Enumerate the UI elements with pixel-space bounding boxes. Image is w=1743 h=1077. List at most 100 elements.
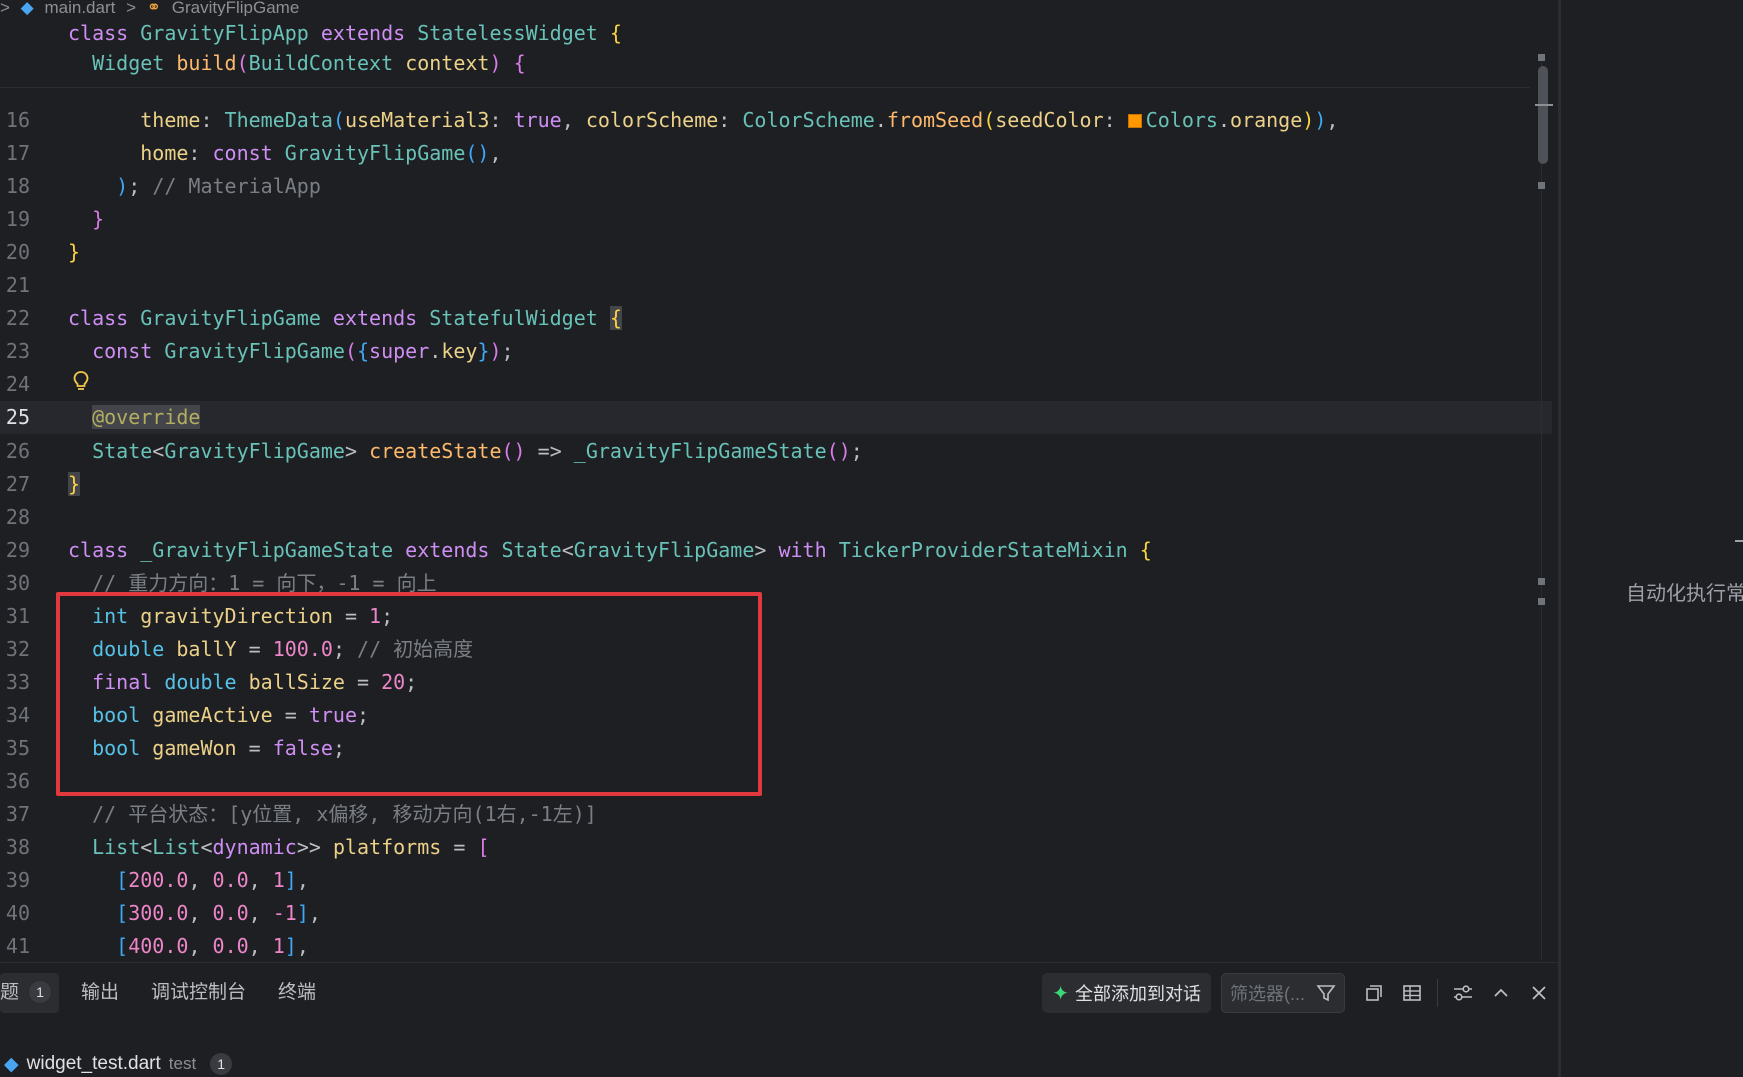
code-text: List<List<dynamic>> platforms = [ [68, 831, 489, 864]
code-token: GravityFlipGame [284, 141, 466, 165]
code-token: . [1217, 108, 1231, 132]
code-token: State [68, 439, 153, 463]
code-line[interactable]: 16 theme: ThemeData(useMaterial3: true, … [0, 104, 1550, 137]
code-line[interactable]: 25 @override [0, 401, 1552, 434]
code-line[interactable]: 26 State<GravityFlipGame> createState() … [0, 435, 1550, 468]
code-token: super [369, 339, 430, 363]
code-text: const GravityFlipGame({super.key}); [68, 335, 514, 368]
code-token: 0.0 [212, 901, 249, 925]
line-number: 19 [5, 207, 30, 231]
code-token: List [68, 835, 141, 859]
code-line[interactable]: 18 ); // MaterialApp [0, 170, 1550, 203]
tab-debug-console[interactable]: 调试控制台 [137, 973, 260, 1013]
filter-icon[interactable] [1316, 983, 1336, 1003]
code-token: extends [405, 538, 502, 562]
code-text: State<GravityFlipGame> createState() => … [68, 435, 863, 468]
tab-problems[interactable]: 题1 [0, 973, 60, 1013]
table-view-icon[interactable] [1393, 973, 1431, 1013]
tab-output[interactable]: 输出 [67, 973, 133, 1013]
line-number: 17 [5, 141, 30, 165]
line-number: 20 [5, 240, 30, 264]
code-text: [300.0, 0.0, -1], [68, 897, 321, 930]
code-token: dynamic [212, 835, 297, 859]
code-line[interactable]: 23 const GravityFlipGame({super.key}); [0, 335, 1550, 368]
code-token: { [609, 21, 622, 45]
code-token: 200.0 [128, 868, 189, 892]
code-line[interactable]: 27} [0, 468, 1550, 501]
code-token: } [68, 240, 81, 264]
breadcrumb-file[interactable]: main.dart [44, 0, 115, 16]
code-token: () [465, 141, 490, 165]
code-line[interactable]: 38 List<List<dynamic>> platforms = [ [0, 831, 1550, 864]
breadcrumb-sep: > [126, 0, 137, 16]
code-token: } [68, 472, 81, 496]
breadcrumb-class[interactable]: GravityFlipGame [172, 0, 300, 16]
code-token: : [200, 108, 225, 132]
code-token: fromSeed [886, 108, 984, 132]
line-number: 34 [5, 703, 30, 727]
code-token: Widget [68, 51, 177, 75]
code-token: , [188, 934, 213, 958]
code-token: { [1139, 538, 1152, 562]
code-line[interactable]: 20} [0, 236, 1550, 269]
code-text: @override [68, 401, 201, 434]
chevron-up-icon[interactable] [1482, 973, 1520, 1013]
dart-file-icon: ◆ [20, 0, 34, 16]
code-line[interactable]: 22 class GravityFlipGame extends Stateful… [0, 302, 1550, 335]
scroll-position-marker [1535, 104, 1553, 106]
add-all-to-chat-button[interactable]: ✦ 全部添加到对话 [1042, 973, 1211, 1013]
problem-file-count: 1 [210, 1053, 233, 1075]
code-line[interactable]: 29 class _GravityFlipGameState extends St… [0, 534, 1550, 567]
code-token: // MaterialApp [152, 174, 321, 198]
code-token: [ [116, 901, 129, 925]
code-line[interactable]: 41 [400.0, 0.0, 1], [0, 930, 1550, 960]
code-token: < [140, 835, 153, 859]
code-editor[interactable]: > ◆ main.dart > ⚭ GravityFlipGame class … [0, 0, 1560, 960]
line-number: 28 [5, 505, 30, 529]
filter-input[interactable]: 筛选器(... [1221, 973, 1345, 1013]
code-token: with [778, 538, 839, 562]
close-icon[interactable] [1520, 973, 1558, 1013]
code-token: ; [501, 339, 514, 363]
scroll-thumb[interactable] [1538, 66, 1548, 164]
code-token: extends [332, 306, 430, 330]
code-token: , [248, 934, 273, 958]
code-token: GravityFlipGame [164, 439, 345, 463]
code-line[interactable]: 19 } [0, 203, 1550, 236]
sticky-scroll-header[interactable]: class GravityFlipApp extends StatelessWi… [0, 20, 1530, 88]
toolbar-divider [1437, 979, 1438, 1007]
code-token: 1 [272, 934, 285, 958]
add-all-label: 全部添加到对话 [1075, 984, 1201, 1004]
code-line[interactable]: 24 [0, 368, 1550, 401]
code-line[interactable]: 17 home: const GravityFlipGame(), [0, 137, 1550, 170]
code-token: ) [489, 51, 514, 75]
code-token: extends [320, 21, 418, 45]
code-token: class [68, 306, 141, 330]
code-line[interactable]: 21 [0, 269, 1550, 302]
line-number: 33 [5, 670, 30, 694]
code-token: , [561, 108, 586, 132]
line-number: 38 [5, 835, 30, 859]
code-token: ; [128, 174, 153, 198]
code-line[interactable]: 37 // 平台状态：[y位置, x偏移, 移动方向(1右,-1左)] [0, 798, 1550, 831]
code-line[interactable]: 40 [300.0, 0.0, -1], [0, 897, 1550, 930]
code-token: @override [92, 405, 201, 429]
vertical-scrollbar[interactable] [1535, 60, 1555, 960]
lightbulb-icon[interactable] [72, 370, 90, 392]
code-token: < [152, 439, 165, 463]
code-token: } [477, 339, 490, 363]
settings-sliders-icon[interactable] [1444, 973, 1482, 1013]
code-line[interactable]: 39 [200.0, 0.0, 1], [0, 864, 1550, 897]
collapse-all-icon[interactable] [1355, 973, 1393, 1013]
color-swatch[interactable] [1127, 114, 1142, 128]
code-line[interactable]: 28 [0, 501, 1550, 534]
code-token: class [68, 21, 141, 45]
tab-terminal[interactable]: 终端 [264, 973, 330, 1013]
code-token: > [754, 538, 779, 562]
problem-file-row[interactable]: ◆ widget_test.dart test 1 [0, 1051, 233, 1077]
code-token: key [441, 339, 478, 363]
code-token: class [68, 538, 141, 562]
